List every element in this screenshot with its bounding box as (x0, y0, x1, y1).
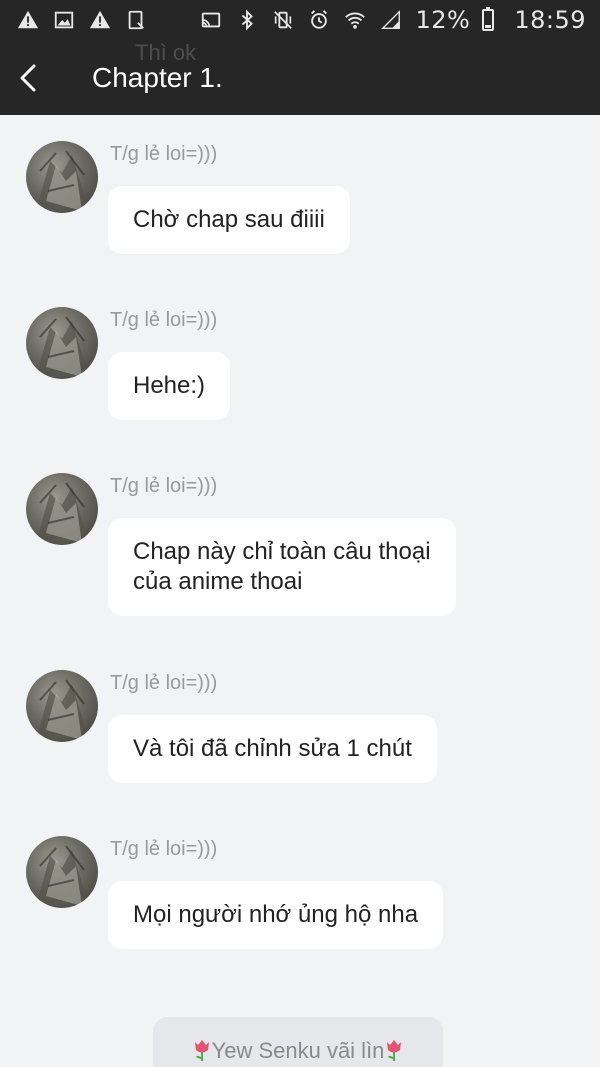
bluetooth-icon (235, 8, 259, 32)
bottom-tag[interactable]: Yew Senku vãi lìn (153, 1017, 443, 1067)
warning-icon (88, 8, 112, 32)
wifi-icon (343, 8, 367, 32)
avatar[interactable] (26, 141, 98, 213)
message-text-line: của anime thoai (133, 568, 303, 595)
sender-name: T/g lẻ loi=))) (110, 309, 218, 331)
tablet-icon (124, 8, 148, 32)
avatar[interactable] (26, 836, 98, 908)
signal-icon (379, 8, 403, 32)
app-bar: Chapter 1. (0, 40, 600, 115)
message-text: Và tôi đã chỉnh sửa 1 chút (133, 735, 412, 762)
vibrate-icon (271, 8, 295, 32)
sender-name: T/g lẻ loi=))) (110, 672, 218, 694)
alarm-icon (307, 8, 331, 32)
message-text: Chờ chap sau điiii (133, 206, 325, 233)
sender-name: T/g lẻ loi=))) (110, 143, 218, 165)
overlay-ghost-text: Thì ok (135, 40, 197, 65)
warning-icon (16, 8, 40, 32)
back-button[interactable] (0, 40, 56, 115)
message-text: Hehe:) (133, 372, 206, 399)
message-bubble[interactable]: Mọi người nhớ ủng hộ nha (108, 881, 444, 949)
message-bubble[interactable]: Hehe:) (108, 352, 231, 420)
message-bubble[interactable]: Chờ chap sau điiii (108, 186, 350, 254)
tulip-icon (194, 1040, 209, 1061)
battery-percentage: 12% (415, 6, 471, 34)
status-bar-notifications (16, 8, 148, 32)
sender-name: T/g lẻ loi=))) (110, 475, 218, 497)
message-text-line: Chap này chỉ toàn câu thoại (133, 538, 431, 565)
tulip-icon (387, 1040, 402, 1061)
message-text: Mọi người nhớ ủng hộ nha (133, 901, 419, 928)
sender-name: T/g lẻ loi=))) (110, 838, 218, 860)
message-bubble[interactable]: Và tôi đã chỉnh sửa 1 chút (108, 715, 437, 783)
status-bar: 12% 18:59 (0, 0, 600, 40)
avatar[interactable] (26, 670, 98, 742)
clock: 18:59 (514, 6, 586, 34)
avatar[interactable] (26, 307, 98, 379)
bottom-tag-text: Yew Senku vãi lìn (211, 1038, 385, 1063)
back-arrow-icon (20, 64, 36, 91)
page-title: Chapter 1. (92, 61, 223, 93)
cast-icon (199, 8, 223, 32)
avatar[interactable] (26, 473, 98, 545)
message-bubble[interactable]: Chap này chỉ toàn câu thoại của anime th… (108, 518, 456, 616)
battery-icon (482, 7, 495, 31)
image-icon (52, 8, 76, 32)
status-bar-system: 12% 18:59 (199, 6, 586, 34)
